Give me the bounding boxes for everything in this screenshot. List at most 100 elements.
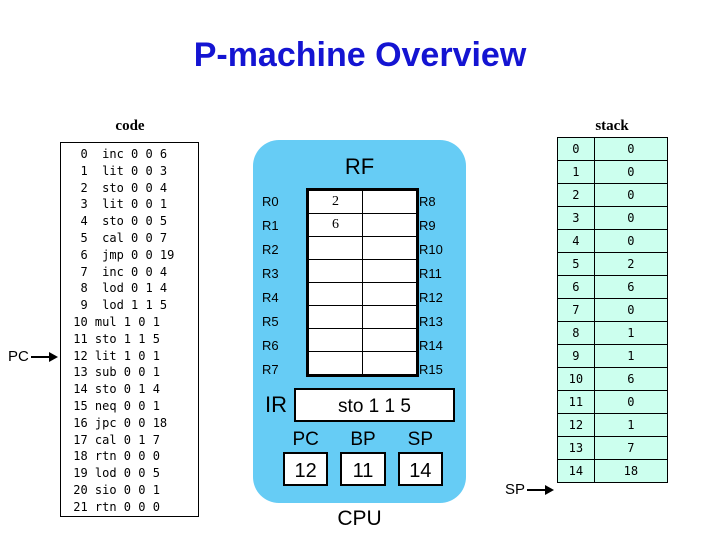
register-cell [307,259,364,283]
instruction-register-label: IR [265,392,287,417]
register-label-r7: R7 [262,362,279,377]
stack-value: 2 [593,252,669,276]
register-row [307,305,417,329]
stack-section-label: stack [595,118,629,134]
register-pc: PC 12 [283,429,329,486]
stack-table-wrapper: 0 0 1 0 2 0 3 0 4 0 5 2 6 6 7 0 8 1 9 1 10 6 11 0 12 1 13 7 14 18 [557,137,669,483]
pc-pointer-label: PC [8,348,29,365]
arrow-right-icon [527,484,555,495]
stack-address: 5 [557,252,595,276]
register-cell [307,236,364,260]
stack-value: 0 [593,160,669,184]
code-line: 5 cal 0 0 7 [66,230,168,245]
register-row: 6 [307,213,417,237]
code-line: 9 lod 1 1 5 [66,298,168,313]
stack-row: 81 [557,321,669,345]
register-cell [362,259,417,283]
code-line: 7 inc 0 0 4 [66,264,168,279]
stack-value: 18 [593,459,669,483]
stack-row: 10 [557,160,669,184]
register-bp-value: 11 [340,452,386,486]
stack-address: 7 [557,298,595,322]
register-cell [362,328,417,352]
register-bp: BP 11 [340,429,386,486]
arrow-right-icon [30,351,59,362]
stack-address: 0 [557,137,595,161]
stack-row: 14 18 [557,459,669,483]
code-line: 2 sto 0 0 4 [66,180,168,195]
register-sp-label: SP [407,429,433,450]
code-line: 8 lod 0 1 4 [66,281,168,296]
code-line: 20 sio 0 0 1 [66,482,160,497]
code-line: 15 neq 0 0 1 [66,398,160,413]
register-label-r13: R13 [419,314,443,329]
stack-value: 0 [593,298,669,322]
sp-pointer: SP [505,481,555,498]
code-line: 18 rtn 0 0 0 [66,449,160,464]
register-sp: SP 14 [397,429,443,486]
stack-row: 70 [557,298,669,322]
cpu-panel: RF 26 R0 R8 R1 R9 R2 R10 R3 R11 R4 R12 R5 R13 R6 R14 R… [253,140,466,503]
register-row: 2 [307,190,417,214]
stack-address: 13 [557,436,595,460]
register-cell [362,351,417,375]
register-label-r14: R14 [419,338,443,353]
stack-address: 6 [557,275,595,299]
stack-address: 2 [557,183,595,207]
stack-value: 0 [593,206,669,230]
stack-value: 1 [593,344,669,368]
code-line: 4 sto 0 0 5 [66,214,168,229]
stack-row: 30 [557,206,669,230]
stack-address: 9 [557,344,595,368]
stack-address: 11 [557,390,595,414]
register-label-r15: R15 [419,362,443,377]
code-line: 16 jpc 0 0 18 [66,415,168,430]
stack-row: 52 [557,252,669,276]
register-row [307,236,417,260]
code-line: 17 cal 0 1 7 [66,432,160,447]
register-cell: 2 [307,190,364,214]
stack-row: 13 7 [557,436,669,460]
code-line: 21 rtn 0 0 0 [66,499,160,514]
special-registers-row: PC 12 BP 11 SP 14 [283,429,443,486]
sp-pointer-label: SP [505,481,526,498]
stack-row: 00 [557,137,669,161]
register-cell [307,282,364,306]
register-sp-value: 14 [397,452,443,486]
code-line: 10 mul 1 0 1 [66,314,160,329]
register-cell [307,328,364,352]
stack-row: 11 0 [557,390,669,414]
stack-address: 10 [557,367,595,391]
pc-pointer: PC [8,348,59,365]
stack-value: 6 [593,275,669,299]
register-pc-value: 12 [283,452,329,486]
code-line: 3 lit 0 0 1 [66,197,168,212]
register-label-r5: R5 [262,314,279,329]
register-cell [307,351,364,375]
register-cell: 6 [307,213,364,237]
register-row [307,259,417,283]
register-label-r9: R9 [419,218,436,233]
register-file-title: RF [344,154,375,179]
stack-row: 20 [557,183,669,207]
page-title: P-machine Overview [193,36,527,74]
register-row [307,328,417,352]
code-line: 0 inc 0 0 6 [66,147,168,161]
register-label-r12: R12 [419,290,443,305]
stack-value: 0 [593,390,669,414]
code-line: 14 sto 0 1 4 [66,382,160,397]
stack-value: 0 [593,229,669,253]
code-listing: 0 inc 0 0 6 1 lit 0 0 3 2 sto 0 0 4 3 li… [60,142,199,517]
stack-value: 0 [593,183,669,207]
stack-value: 1 [593,321,669,345]
stack-value: 1 [593,413,669,437]
code-line: 12 lit 1 0 1 [66,348,160,363]
stack-value: 7 [593,436,669,460]
register-label-r1: R1 [262,218,279,233]
code-line: 19 lod 0 0 5 [66,466,160,481]
code-line: 1 lit 0 0 3 [66,163,168,178]
register-cell [362,213,417,237]
register-label-r8: R8 [419,194,436,209]
register-label-r4: R4 [262,290,279,305]
register-label-r2: R2 [262,242,279,257]
